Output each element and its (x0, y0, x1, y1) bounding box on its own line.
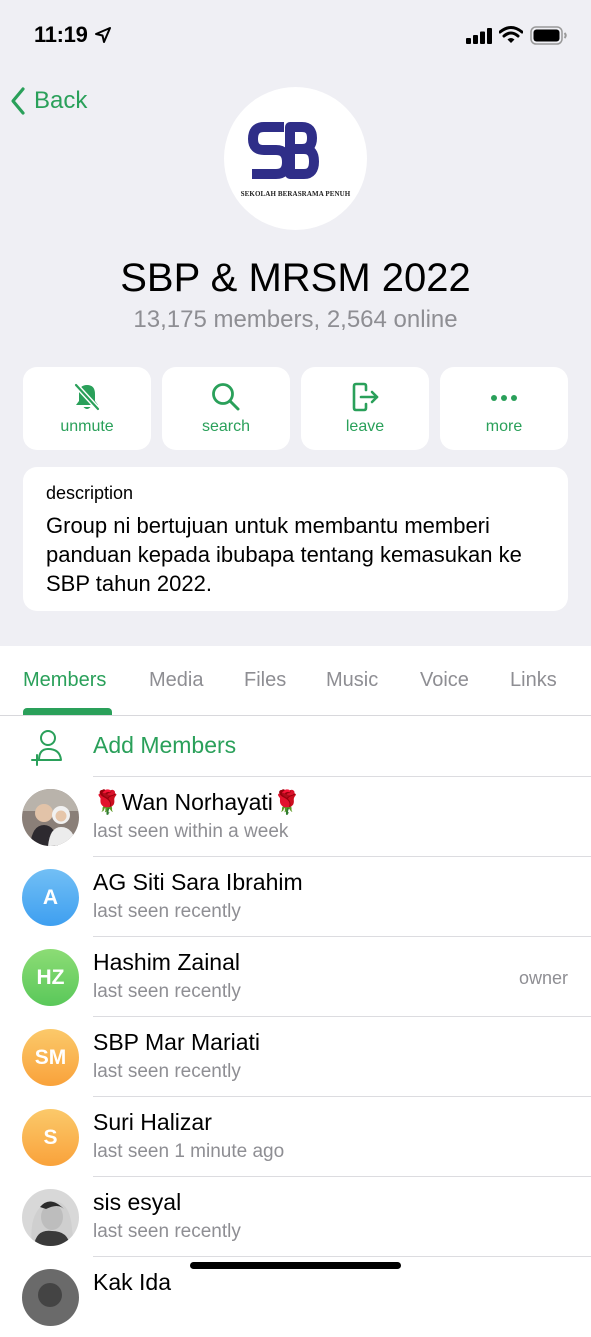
member-name: Suri Halizar (93, 1109, 212, 1135)
media-tabs: Members Media Files Music Voice Links (0, 646, 591, 716)
avatar (22, 789, 79, 846)
member-status: last seen recently (93, 981, 241, 1002)
avatar (22, 1189, 79, 1246)
member-row[interactable]: S Suri Halizar last seen 1 minute ago (0, 1097, 591, 1177)
active-tab-indicator (23, 708, 112, 715)
add-members-label: Add Members (93, 732, 237, 758)
battery-icon (530, 26, 568, 51)
member-row[interactable]: HZ Hashim Zainal last seen recently owne… (0, 937, 591, 1017)
description-text: Group ni bertujuan untuk membantu member… (46, 513, 522, 596)
add-user-icon (31, 730, 62, 766)
cellular-signal-icon (466, 28, 493, 49)
member-name: SBP Mar Mariati (93, 1029, 261, 1055)
search-button[interactable]: search (162, 367, 290, 450)
member-row[interactable]: Kak Ida (0, 1257, 591, 1337)
avatar: S (22, 1109, 79, 1166)
unmute-button[interactable]: unmute (23, 367, 151, 450)
status-time: 11:19 (34, 22, 88, 47)
wifi-icon (498, 25, 524, 50)
home-indicator (190, 1262, 401, 1269)
more-icon (491, 395, 517, 401)
leave-button[interactable]: leave (301, 367, 429, 450)
avatar: HZ (22, 949, 79, 1006)
back-label: Back (34, 87, 88, 114)
leave-label: leave (345, 418, 385, 435)
group-title: SBP & MRSM 2022 (120, 256, 471, 300)
chevron-left-icon (11, 87, 25, 115)
avatar: A (22, 869, 79, 926)
member-name: 🌹Wan Norhayati🌹 (93, 789, 302, 815)
member-row[interactable]: sis esyal last seen recently (0, 1177, 591, 1257)
group-avatar-caption: SEKOLAH BERASRAMA PENUH (240, 190, 351, 198)
group-avatar[interactable]: SEKOLAH BERASRAMA PENUH (224, 87, 367, 230)
member-name: Hashim Zainal (93, 949, 240, 975)
add-members-button[interactable]: Add Members (0, 716, 591, 776)
group-subtitle: 13,175 members, 2,564 online (133, 306, 458, 333)
avatar (22, 1269, 79, 1326)
tab-media[interactable]: Media (149, 669, 203, 692)
member-status: last seen recently (93, 1221, 241, 1242)
status-bar: 11:19 (0, 0, 591, 70)
member-name: Kak Ida (93, 1269, 171, 1295)
leave-icon (352, 382, 379, 412)
member-row[interactable]: 🌹Wan Norhayati🌹 last seen within a week (0, 777, 591, 857)
tab-members[interactable]: Members (23, 669, 106, 692)
search-label: search (201, 418, 251, 435)
description-card: description Group ni bertujuan untuk mem… (23, 467, 568, 611)
sbp-logo (248, 122, 319, 179)
member-name: AG Siti Sara Ibrahim (93, 869, 303, 895)
member-row[interactable]: A AG Siti Sara Ibrahim last seen recentl… (0, 857, 591, 937)
member-status: last seen within a week (93, 821, 289, 842)
description-label: description (46, 483, 134, 503)
member-name: sis esyal (93, 1189, 182, 1215)
member-status: last seen recently (93, 901, 241, 922)
member-role-badge: owner (518, 968, 568, 988)
member-row[interactable]: SM SBP Mar Mariati last seen recently (0, 1017, 591, 1097)
bell-slash-icon (74, 383, 100, 411)
back-button[interactable]: Back (10, 84, 87, 118)
location-arrow-icon (94, 26, 112, 49)
tab-files[interactable]: Files (244, 669, 286, 692)
member-status: last seen recently (93, 1061, 241, 1082)
tab-links[interactable]: Links (510, 669, 557, 692)
tab-voice[interactable]: Voice (420, 669, 469, 692)
tab-music[interactable]: Music (326, 669, 378, 692)
member-status: last seen 1 minute ago (93, 1141, 285, 1162)
more-label: more (485, 418, 523, 435)
more-button[interactable]: more (440, 367, 568, 450)
unmute-label: unmute (60, 418, 114, 435)
avatar: SM (22, 1029, 79, 1086)
search-icon (212, 383, 240, 411)
